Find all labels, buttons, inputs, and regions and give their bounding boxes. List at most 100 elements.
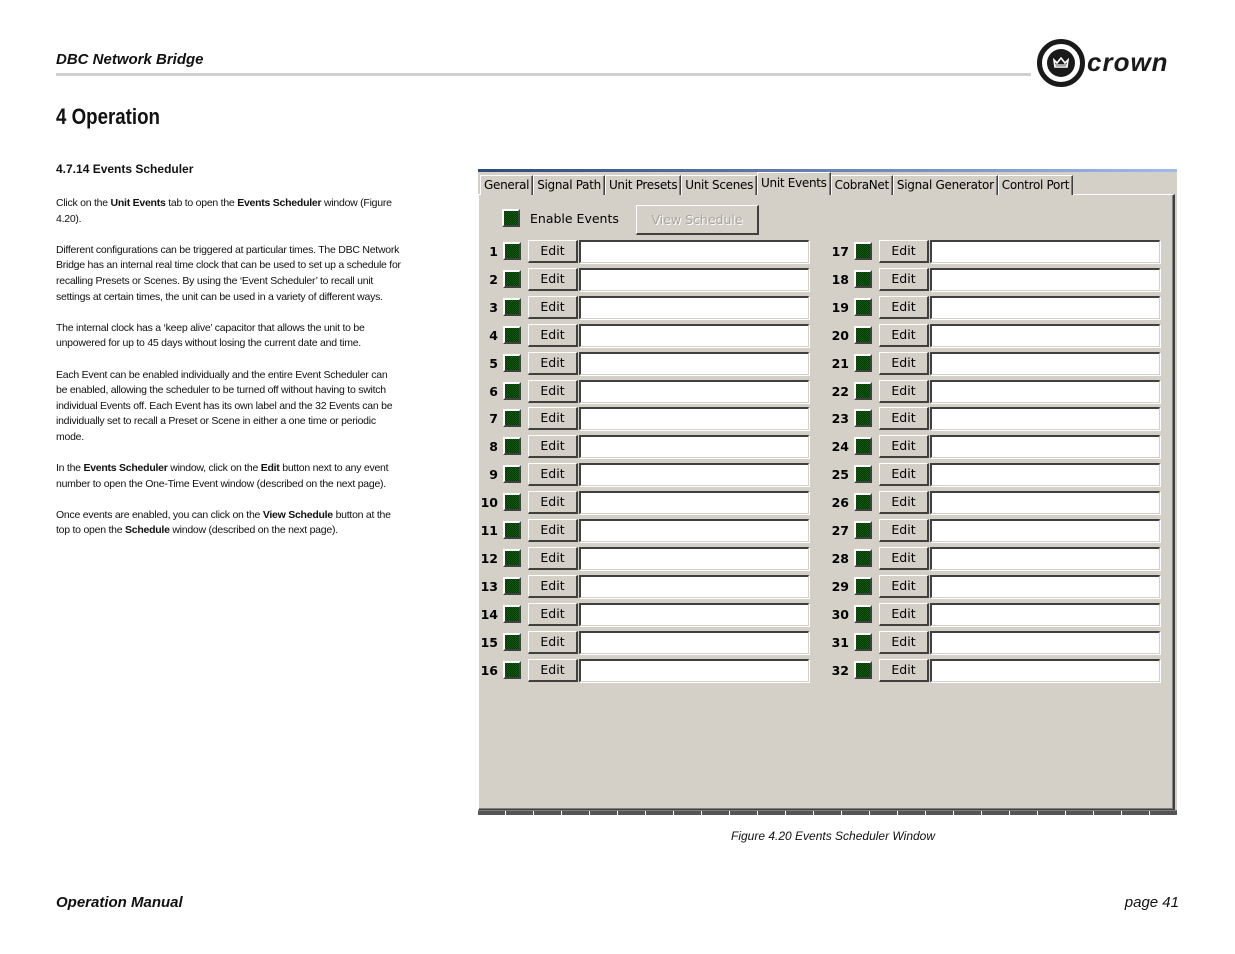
- event-enable-checkbox[interactable]: [503, 242, 521, 260]
- tab-control-port[interactable]: Control Port: [997, 175, 1074, 195]
- event-label-field[interactable]: [579, 463, 809, 487]
- event-enable-checkbox[interactable]: [503, 604, 521, 623]
- event-edit-button[interactable]: Edit: [528, 379, 578, 403]
- event-edit-button[interactable]: Edit: [879, 323, 929, 347]
- event-enable-checkbox[interactable]: [854, 297, 872, 316]
- event-enable-checkbox[interactable]: [854, 269, 872, 288]
- event-edit-button[interactable]: Edit: [528, 546, 578, 570]
- event-edit-button[interactable]: Edit: [879, 435, 929, 459]
- event-label-field[interactable]: [579, 435, 809, 459]
- event-edit-button[interactable]: Edit: [528, 267, 578, 291]
- event-enable-checkbox[interactable]: [854, 604, 872, 623]
- event-label-field[interactable]: [930, 658, 1160, 682]
- event-enable-checkbox[interactable]: [854, 353, 872, 372]
- event-label-field[interactable]: [579, 658, 809, 682]
- event-enable-checkbox[interactable]: [503, 353, 521, 372]
- event-enable-checkbox[interactable]: [503, 269, 521, 288]
- event-edit-button[interactable]: Edit: [879, 407, 929, 431]
- event-enable-checkbox[interactable]: [503, 297, 521, 316]
- event-label-field[interactable]: [579, 351, 809, 375]
- event-enable-checkbox[interactable]: [503, 493, 521, 512]
- event-label-field[interactable]: [579, 267, 809, 291]
- event-label-field[interactable]: [579, 240, 809, 263]
- event-enable-checkbox[interactable]: [854, 325, 872, 344]
- event-edit-button[interactable]: Edit: [879, 519, 929, 542]
- event-label-field[interactable]: [579, 323, 809, 347]
- event-enable-checkbox[interactable]: [854, 437, 872, 456]
- event-enable-checkbox[interactable]: [854, 409, 872, 428]
- event-label-field[interactable]: [930, 323, 1160, 347]
- event-enable-checkbox[interactable]: [854, 660, 872, 679]
- event-enable-checkbox[interactable]: [854, 576, 872, 595]
- event-label-field[interactable]: [579, 546, 809, 570]
- tab-unit-scenes[interactable]: Unit Scenes: [681, 175, 758, 195]
- event-edit-button[interactable]: Edit: [879, 463, 929, 487]
- event-edit-button[interactable]: Edit: [528, 295, 578, 319]
- event-enable-checkbox[interactable]: [854, 632, 872, 651]
- event-label-field[interactable]: [579, 519, 809, 542]
- event-edit-button[interactable]: Edit: [528, 658, 578, 682]
- event-label-field[interactable]: [930, 574, 1160, 598]
- event-enable-checkbox[interactable]: [503, 632, 521, 651]
- tab-signal-generator[interactable]: Signal Generator: [892, 175, 998, 195]
- tab-unit-presets[interactable]: Unit Presets: [604, 175, 682, 195]
- event-edit-button[interactable]: Edit: [879, 574, 929, 598]
- event-edit-button[interactable]: Edit: [879, 546, 929, 570]
- event-enable-checkbox[interactable]: [503, 381, 521, 400]
- event-edit-button[interactable]: Edit: [879, 351, 929, 375]
- event-enable-checkbox[interactable]: [503, 660, 521, 679]
- event-enable-checkbox[interactable]: [503, 576, 521, 595]
- event-edit-button[interactable]: Edit: [528, 630, 578, 654]
- event-enable-checkbox[interactable]: [854, 465, 872, 484]
- event-edit-button[interactable]: Edit: [528, 463, 578, 487]
- event-label-field[interactable]: [930, 407, 1160, 431]
- tab-general[interactable]: General: [480, 175, 534, 195]
- event-edit-button[interactable]: Edit: [528, 519, 578, 542]
- event-label-field[interactable]: [930, 295, 1160, 319]
- event-enable-checkbox[interactable]: [503, 325, 521, 344]
- event-edit-button[interactable]: Edit: [879, 379, 929, 403]
- event-edit-button[interactable]: Edit: [528, 602, 578, 626]
- event-edit-button[interactable]: Edit: [879, 295, 929, 319]
- event-edit-button[interactable]: Edit: [528, 435, 578, 459]
- event-enable-checkbox[interactable]: [854, 493, 872, 512]
- event-label-field[interactable]: [579, 602, 809, 626]
- event-label-field[interactable]: [579, 295, 809, 319]
- event-label-field[interactable]: [930, 240, 1160, 263]
- event-label-field[interactable]: [579, 491, 809, 515]
- event-edit-button[interactable]: Edit: [528, 240, 578, 263]
- event-edit-button[interactable]: Edit: [528, 351, 578, 375]
- event-enable-checkbox[interactable]: [503, 409, 521, 428]
- enable-events-checkbox[interactable]: [502, 209, 520, 227]
- event-edit-button[interactable]: Edit: [528, 407, 578, 431]
- event-label-field[interactable]: [579, 407, 809, 431]
- event-edit-button[interactable]: Edit: [879, 602, 929, 626]
- event-label-field[interactable]: [579, 630, 809, 654]
- tab-signal-path[interactable]: Signal Path: [533, 175, 605, 195]
- tab-unit-events[interactable]: Unit Events: [757, 172, 831, 195]
- event-enable-checkbox[interactable]: [854, 521, 872, 539]
- event-edit-button[interactable]: Edit: [879, 491, 929, 515]
- event-label-field[interactable]: [930, 519, 1160, 542]
- event-enable-checkbox[interactable]: [854, 242, 872, 260]
- event-enable-checkbox[interactable]: [503, 465, 521, 484]
- event-edit-button[interactable]: Edit: [879, 658, 929, 682]
- event-enable-checkbox[interactable]: [503, 437, 521, 456]
- event-label-field[interactable]: [930, 546, 1160, 570]
- event-label-field[interactable]: [930, 435, 1160, 459]
- event-label-field[interactable]: [579, 379, 809, 403]
- event-label-field[interactable]: [930, 351, 1160, 375]
- event-edit-button[interactable]: Edit: [528, 323, 578, 347]
- event-edit-button[interactable]: Edit: [879, 240, 929, 263]
- event-edit-button[interactable]: Edit: [879, 267, 929, 291]
- tab-cobranet[interactable]: CobraNet: [830, 175, 893, 195]
- event-edit-button[interactable]: Edit: [528, 491, 578, 515]
- event-enable-checkbox[interactable]: [854, 548, 872, 567]
- event-edit-button[interactable]: Edit: [528, 574, 578, 598]
- event-label-field[interactable]: [930, 491, 1160, 515]
- view-schedule-button[interactable]: View Schedule: [636, 205, 759, 235]
- event-enable-checkbox[interactable]: [854, 381, 872, 400]
- event-label-field[interactable]: [930, 602, 1160, 626]
- event-enable-checkbox[interactable]: [503, 521, 521, 539]
- event-label-field[interactable]: [930, 379, 1160, 403]
